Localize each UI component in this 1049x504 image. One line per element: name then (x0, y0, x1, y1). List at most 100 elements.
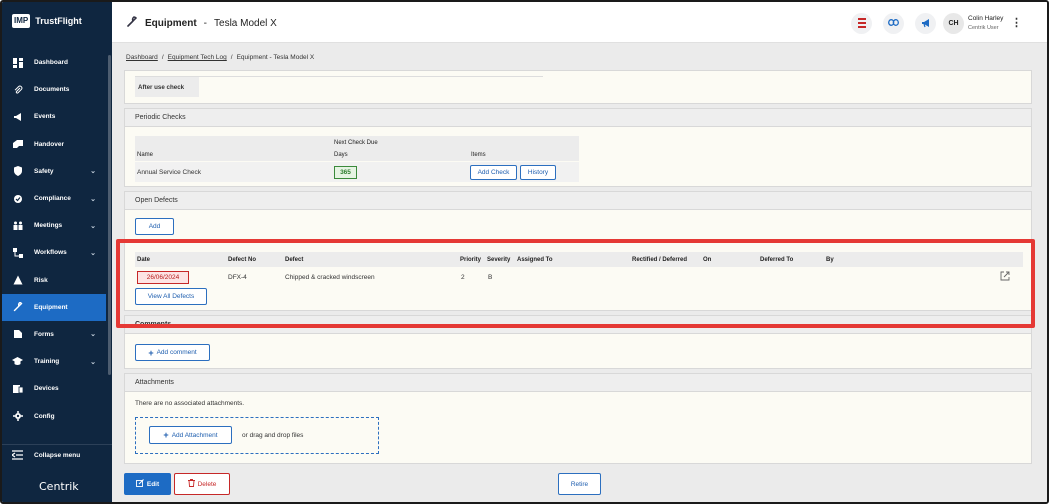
sidebar-item-workflows[interactable]: Workflows ⌄ (2, 239, 106, 266)
sidebar-item-label: Meetings (34, 222, 63, 230)
avatar[interactable]: CH (943, 13, 964, 34)
forms-icon (12, 329, 23, 340)
collapse-icon (10, 449, 23, 462)
logo-text: TrustFlight (35, 16, 82, 26)
column-assigned-to: Assigned To (517, 257, 553, 263)
column-days: Days (334, 152, 348, 158)
column-date: Date (137, 257, 151, 263)
after-use-check-label: After use check (138, 84, 185, 91)
chevron-down-icon: ⌄ (90, 222, 96, 230)
sidebar-item-label: Compliance (34, 195, 71, 203)
defect-priority: 2 (461, 274, 465, 281)
chevron-down-icon: ⌄ (90, 195, 96, 203)
defect-description: Chipped & cracked windscreen (285, 274, 375, 281)
add-comment-button[interactable]: + Add comment (135, 344, 210, 361)
view-all-defects-button[interactable]: View All Defects (135, 288, 207, 305)
wrench-icon (12, 302, 23, 313)
page-title-section: Equipment (145, 18, 197, 29)
more-options-icon[interactable]: ⋮ (1011, 16, 1022, 29)
sidebar-item-forms[interactable]: Forms ⌄ (2, 321, 106, 348)
add-comment-label: Add comment (156, 349, 197, 356)
plus-icon: + (163, 430, 169, 440)
user-role: Centrik User (968, 25, 999, 31)
sidebar-item-label: Workflows (34, 249, 67, 257)
column-by: By (826, 257, 834, 263)
column-on: On (703, 257, 712, 263)
sidebar-item-label: Config (34, 412, 55, 420)
top-bar: Equipment - Tesla Model X CH Colin Harle… (112, 2, 1047, 43)
add-defect-button[interactable]: Add (135, 218, 174, 235)
sidebar-item-label: Equipment (34, 303, 68, 311)
chevron-down-icon: ⌄ (90, 168, 96, 176)
open-defects-panel: Open Defects Add Date Defect No Defect P… (124, 191, 1032, 311)
sidebar-item-documents[interactable]: Documents (2, 76, 106, 103)
sidebar-item-risk[interactable]: Risk (2, 267, 106, 294)
breadcrumb-current: Equipment - Tesla Model X (236, 54, 315, 61)
megaphone-icon (12, 111, 23, 122)
announcements-button[interactable] (915, 13, 936, 34)
handover-icon (12, 139, 23, 150)
add-attachment-label: Add Attachment (171, 431, 218, 439)
sidebar: IMP TrustFlight Dashboard Documents Events… (2, 2, 112, 502)
warning-icon (12, 275, 23, 286)
shield-icon (12, 166, 23, 177)
sidebar-item-safety[interactable]: Safety ⌄ (2, 158, 106, 185)
comments-title: Comments (125, 316, 1031, 334)
column-severity: Severity (487, 257, 511, 263)
page-title-record: Tesla Model X (214, 18, 277, 29)
edit-label: Edit (146, 480, 160, 488)
page-title-separator: - (203, 18, 208, 29)
defect-severity: B (488, 274, 493, 281)
sidebar-item-equipment[interactable]: Equipment (2, 293, 106, 321)
link-icon (888, 19, 899, 28)
sidebar-item-config[interactable]: Config (2, 402, 106, 429)
sidebar-item-devices[interactable]: Devices (2, 375, 106, 402)
sidebar-item-training[interactable]: Training ⌄ (2, 348, 106, 375)
app-window: IMP TrustFlight Dashboard Documents Events… (0, 0, 1049, 504)
sidebar-item-handover[interactable]: Handover (2, 131, 106, 158)
comments-panel: Comments + Add comment (124, 315, 1032, 369)
breadcrumb: Dashboard / Equipment Tech Log / Equipment -… (126, 54, 314, 61)
sidebar-item-label: Risk (34, 276, 48, 284)
breadcrumb-separator: / (161, 54, 164, 61)
chevron-down-icon: ⌄ (90, 249, 96, 257)
sidebar-item-meetings[interactable]: Meetings ⌄ (2, 212, 106, 239)
add-attachment-button[interactable]: + Add Attachment (149, 426, 232, 444)
sidebar-item-compliance[interactable]: Compliance ⌄ (2, 185, 106, 212)
sidebar-item-dashboard[interactable]: Dashboard (2, 49, 106, 76)
breadcrumb-equipment-tech-log[interactable]: Equipment Tech Log (168, 54, 227, 61)
page-title: Equipment - Tesla Model X (126, 16, 277, 31)
logo-mark: IMP (12, 14, 31, 28)
breadcrumb-dashboard[interactable]: Dashboard (126, 54, 158, 61)
column-items: Items (471, 152, 486, 158)
sidebar-item-label: Training (34, 358, 60, 366)
sidebar-item-events[interactable]: Events (2, 103, 106, 130)
open-defect-external-link-icon[interactable] (1000, 271, 1010, 283)
sidebar-item-label: Safety (34, 167, 54, 175)
chevron-down-icon: ⌄ (90, 358, 96, 366)
delete-button[interactable]: Delete (174, 473, 230, 495)
links-button[interactable] (883, 13, 904, 34)
brand-logo: Centrik (39, 480, 79, 493)
column-rectified-deferred: Rectified / Deferred (632, 257, 688, 263)
add-check-button[interactable]: Add Check (470, 165, 517, 180)
notifications-button[interactable] (851, 13, 872, 34)
open-defects-title: Open Defects (125, 192, 1031, 210)
column-name: Name (137, 152, 154, 158)
workflows-icon (12, 247, 23, 258)
sidebar-nav: Dashboard Documents Events Handover Safety ⌄ C… (2, 49, 106, 430)
sidebar-item-label: Events (34, 113, 56, 121)
trash-icon (187, 479, 195, 489)
defect-number: DFX-4 (228, 274, 247, 281)
retire-button[interactable]: Retire (558, 473, 601, 495)
sidebar-item-label: Devices (34, 385, 59, 393)
daily-checks-panel: After use check (124, 70, 1032, 104)
config-icon (12, 411, 23, 422)
sidebar-scrollbar[interactable] (108, 55, 111, 375)
collapse-menu-label: Collapse menu (34, 452, 81, 459)
history-button[interactable]: History (520, 165, 556, 180)
app-logo[interactable]: IMP TrustFlight (12, 14, 82, 28)
collapse-menu-button[interactable]: Collapse menu (2, 444, 112, 466)
sidebar-item-label: Dashboard (34, 59, 68, 67)
edit-button[interactable]: Edit (124, 473, 171, 495)
